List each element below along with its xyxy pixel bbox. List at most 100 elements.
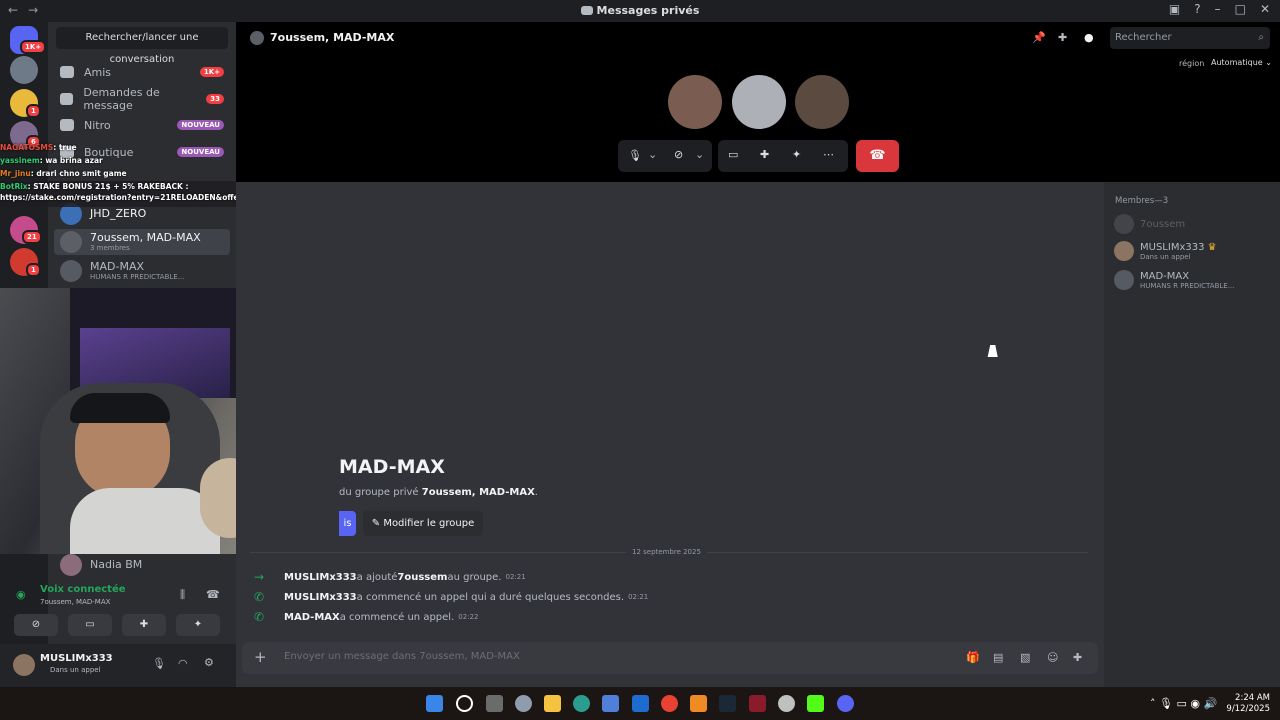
chevron-down-icon[interactable]: ⌄ <box>695 148 704 161</box>
app-icon[interactable] <box>807 695 824 712</box>
microphone-icon[interactable]: 🎙 <box>152 657 166 670</box>
avatar[interactable] <box>13 654 35 676</box>
close-button[interactable]: ✕ <box>1260 2 1270 16</box>
window-title: Messages privés <box>0 4 1280 17</box>
camera-off-icon[interactable]: ⊘ <box>674 148 683 161</box>
avatar <box>1114 270 1134 290</box>
crown-icon: ♛ <box>1207 241 1217 253</box>
settings-gear-icon[interactable]: ⚙ <box>204 656 214 669</box>
user-panel: MUSLIMx333 Dans un appel 🎙 ◠ ⚙ <box>0 644 236 687</box>
inbox-icon[interactable]: ▣ <box>1169 2 1180 16</box>
tray-icons[interactable]: ˄ 🎙 ▭ ◉ 🔊 <box>1150 697 1217 710</box>
screen-share-button[interactable]: ▭ <box>68 614 112 636</box>
edit-group-button[interactable]: ✎ Modifier le groupe <box>363 511 483 536</box>
store-icon[interactable] <box>602 695 619 712</box>
system-message: ✆ MUSLIMx333 a commencé un appel qui a d… <box>254 590 649 604</box>
main-panel: 7oussem, MAD-MAX 📌 ✚ ● Rechercher ⌕ régio… <box>236 22 1280 687</box>
window-controls: ▣ ? – □ ✕ <box>1169 2 1270 16</box>
app-icon[interactable] <box>690 695 707 712</box>
gift-icon[interactable]: 🎁 <box>966 651 980 664</box>
member-item[interactable]: 7oussem <box>1114 214 1185 234</box>
member-item[interactable]: MUSLIMx333 ♛ Dans un appel <box>1114 241 1217 261</box>
screen-share-icon[interactable]: ▭ <box>728 148 738 161</box>
file-explorer-icon[interactable] <box>544 695 561 712</box>
emoji-icon[interactable]: ☺ <box>1047 651 1058 664</box>
clock[interactable]: 2:24 AM 9/12/2025 <box>1226 693 1270 715</box>
outlook-icon[interactable] <box>632 695 649 712</box>
message-input[interactable]: Envoyer un message dans 7oussem, MAD-MAX <box>284 651 520 662</box>
dm-item[interactable]: Nadia BM <box>54 552 230 578</box>
dm-item-active[interactable]: 7oussem, MAD-MAX 3 membres <box>54 229 230 255</box>
intro-title: MAD-MAX <box>339 456 445 478</box>
home-badge: 1K+ <box>20 40 47 54</box>
chevron-down-icon[interactable]: ⌄ <box>648 148 657 161</box>
date-divider-label: 12 septembre 2025 <box>626 548 707 556</box>
end-call-button[interactable]: ☎ <box>856 140 899 172</box>
gif-icon[interactable]: ▤ <box>993 651 1003 664</box>
group-dm-icon <box>250 31 264 45</box>
server-icon[interactable] <box>10 56 38 84</box>
app-icon[interactable] <box>749 695 766 712</box>
minimize-button[interactable]: – <box>1215 2 1221 16</box>
discord-icon[interactable] <box>837 695 854 712</box>
more-options-icon[interactable]: ⋯ <box>823 148 834 161</box>
headphones-icon[interactable]: ◠ <box>178 657 188 670</box>
add-friends-icon[interactable]: ✚ <box>1058 31 1067 44</box>
help-icon[interactable]: ? <box>1194 2 1200 16</box>
edge-icon[interactable] <box>573 695 590 712</box>
camera-off-button[interactable]: ⊘ <box>14 614 58 636</box>
group-avatar <box>60 231 82 253</box>
voice-status[interactable]: Voix connectée <box>40 584 126 595</box>
nav-friends[interactable]: Amis 1K+ <box>54 60 230 84</box>
dm-item[interactable]: MAD-MAX HUMANS R PREDICTABLE... <box>54 258 230 284</box>
task-view-icon[interactable] <box>486 695 503 712</box>
avatar <box>1114 214 1134 234</box>
phone-icon: ✆ <box>254 590 265 604</box>
nav-message-requests[interactable]: Demandes de message 33 <box>54 86 230 112</box>
search-input[interactable]: Rechercher ⌕ <box>1110 27 1270 49</box>
taskbar: 2:24 AM 9/12/2025 ˄ 🎙 ▭ ◉ 🔊 <box>0 687 1280 720</box>
signal-icon: ◉ <box>16 588 26 601</box>
activity-button[interactable]: ✚ <box>122 614 166 636</box>
activity-icon[interactable]: ✚ <box>760 148 769 161</box>
nitro-icon <box>60 119 74 131</box>
member-item[interactable]: MAD-MAX HUMANS R PREDICTABLE... <box>1114 270 1234 290</box>
soundboard-button[interactable]: ✦ <box>176 614 220 636</box>
username[interactable]: MUSLIMx333 <box>40 653 113 664</box>
apps-icon[interactable]: ✚ <box>1073 651 1082 664</box>
stream-chat-overlay: NAGATOSMS: true yassinem: wa brina azar … <box>0 141 275 207</box>
microphone-icon[interactable]: 🎙 <box>628 149 642 162</box>
windows-start-icon[interactable] <box>426 695 443 712</box>
soundboard-icon[interactable]: ✦ <box>792 148 801 161</box>
search-icon[interactable] <box>456 695 473 712</box>
member-list-icon[interactable]: ● <box>1084 31 1094 44</box>
mic-controls[interactable]: 🎙 ⌄ ⊘ ⌄ <box>618 140 712 172</box>
call-participant-avatar[interactable] <box>795 75 849 129</box>
noise-suppression-icon[interactable]: ⫼ <box>180 588 185 602</box>
maximize-button[interactable]: □ <box>1235 2 1246 16</box>
activity-controls[interactable]: ▭ ✚ ✦ ⋯ <box>718 140 848 172</box>
sticker-icon[interactable]: ▧ <box>1020 651 1030 664</box>
server-badge: 1 <box>26 104 41 118</box>
call-participant-avatar[interactable] <box>732 75 786 129</box>
chrome-icon[interactable] <box>661 695 678 712</box>
find-conversation-button[interactable]: Rechercher/lancer une conversation <box>56 27 228 65</box>
title-bar: ← → Messages privés ▣ ? – □ ✕ <box>0 0 1280 22</box>
region-select[interactable]: Automatique ⌄ <box>1211 58 1272 67</box>
channel-name: 7oussem, MAD-MAX <box>270 31 395 44</box>
join-arrow-icon: → <box>254 570 265 584</box>
nitro-new-badge: NOUVEAU <box>177 120 224 130</box>
settings-icon[interactable] <box>515 695 532 712</box>
call-participant-avatar[interactable] <box>668 75 722 129</box>
pin-icon[interactable]: 📌 <box>1032 31 1046 44</box>
channel-header: 7oussem, MAD-MAX 📌 ✚ ● Rechercher ⌕ <box>236 22 1280 54</box>
envelope-icon <box>60 93 74 105</box>
steam-icon[interactable] <box>719 695 736 712</box>
avatar <box>60 260 82 282</box>
app-icon[interactable] <box>778 695 795 712</box>
voice-channel[interactable]: 7oussem, MAD-MAX <box>40 598 110 606</box>
plus-icon[interactable]: + <box>254 648 267 666</box>
invite-button[interactable]: is <box>339 511 356 536</box>
disconnect-icon[interactable]: ☎ <box>206 588 220 601</box>
nav-nitro[interactable]: Nitro NOUVEAU <box>54 113 230 137</box>
